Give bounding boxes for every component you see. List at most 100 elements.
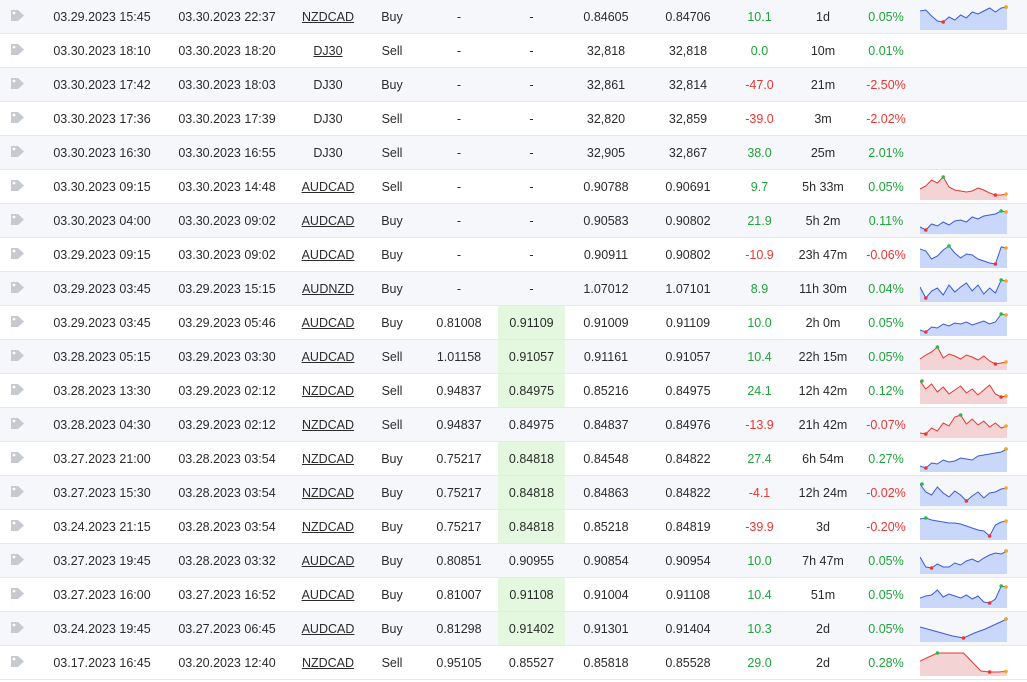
symbol-link[interactable]: AUDCAD — [302, 622, 355, 636]
open-price: 0.90583 — [565, 203, 647, 238]
trade-row: 03.29.2023 15:45 03.30.2023 22:37 NZDCAD… — [0, 0, 1027, 34]
tag-cell[interactable] — [0, 237, 42, 272]
symbol-link[interactable]: NZDCAD — [302, 384, 354, 398]
open-date: 03.30.2023 16:30 — [42, 135, 162, 170]
symbol: DJ30 — [292, 67, 364, 102]
tag-cell[interactable] — [0, 169, 42, 204]
stop-loss: - — [420, 33, 498, 68]
tag-cell[interactable] — [0, 373, 42, 408]
tag-cell[interactable] — [0, 67, 42, 102]
close-date: 03.20.2023 12:40 — [162, 645, 292, 680]
tag-cell[interactable] — [0, 441, 42, 476]
symbol-link[interactable]: AUDCAD — [302, 588, 355, 602]
take-profit: - — [498, 0, 565, 34]
tag-icon[interactable] — [10, 77, 25, 90]
symbol-link[interactable]: AUDCAD — [302, 248, 355, 262]
stop-loss: 0.81008 — [420, 305, 498, 340]
sparkline-chart — [920, 481, 1008, 506]
action: Sell — [364, 33, 420, 68]
stop-loss: - — [420, 67, 498, 102]
sparkline-max-marker — [999, 208, 1003, 213]
sparkline-cell — [916, 441, 1027, 476]
tag-cell[interactable] — [0, 475, 42, 510]
symbol-link[interactable]: AUDNZD — [302, 282, 354, 296]
tag-cell[interactable] — [0, 305, 42, 340]
tag-cell[interactable] — [0, 33, 42, 68]
tag-icon[interactable] — [10, 213, 25, 226]
tag-cell[interactable] — [0, 135, 42, 170]
tag-icon[interactable] — [10, 621, 25, 634]
symbol-link[interactable]: DJ30 — [313, 44, 342, 58]
tag-icon[interactable] — [10, 383, 25, 396]
symbol: DJ30 — [292, 135, 364, 170]
tag-cell[interactable] — [0, 611, 42, 646]
sparkline-max-marker — [999, 583, 1003, 588]
tag-icon[interactable] — [10, 281, 25, 294]
trade-row: 03.28.2023 05:15 03.29.2023 03:30 AUDCAD… — [0, 339, 1027, 374]
symbol-link[interactable]: NZDCAD — [302, 656, 354, 670]
duration: 21m — [790, 67, 856, 102]
tag-icon[interactable] — [10, 315, 25, 328]
symbol-link[interactable]: AUDCAD — [302, 214, 355, 228]
tag-cell[interactable] — [0, 339, 42, 374]
tag-cell[interactable] — [0, 577, 42, 612]
close-price: 0.84822 — [647, 475, 729, 510]
open-date: 03.28.2023 04:30 — [42, 407, 162, 442]
tag-icon[interactable] — [10, 111, 25, 124]
close-date: 03.28.2023 03:32 — [162, 543, 292, 578]
symbol-link[interactable]: AUDCAD — [302, 350, 355, 364]
symbol-link[interactable]: NZDCAD — [302, 418, 354, 432]
sparkline-chart — [920, 344, 1008, 370]
sparkline-last-marker — [1004, 4, 1008, 9]
take-profit: - — [498, 237, 565, 272]
symbol-link[interactable]: NZDCAD — [302, 486, 354, 500]
stop-loss: 0.94837 — [420, 373, 498, 408]
tag-cell[interactable] — [0, 271, 42, 306]
trade-row: 03.30.2023 18:10 03.30.2023 18:20 DJ30 S… — [0, 33, 1027, 68]
close-price: 0.90802 — [647, 203, 729, 238]
take-profit: - — [498, 33, 565, 68]
action: Buy — [364, 441, 420, 476]
stop-loss: 0.95105 — [420, 645, 498, 680]
tag-icon[interactable] — [10, 451, 25, 464]
sparkline-cell — [916, 373, 1027, 408]
tag-icon[interactable] — [10, 655, 25, 668]
stop-loss: 0.81007 — [420, 577, 498, 612]
tag-icon[interactable] — [10, 9, 25, 22]
tag-icon[interactable] — [10, 179, 25, 192]
action: Sell — [364, 135, 420, 170]
open-price: 0.84837 — [565, 407, 647, 442]
pips: 24.1 — [729, 373, 790, 408]
gain: -0.07% — [856, 407, 916, 442]
tag-icon[interactable] — [10, 247, 25, 260]
tag-icon[interactable] — [10, 349, 25, 362]
close-date: 03.30.2023 17:39 — [162, 101, 292, 136]
symbol-link[interactable]: AUDCAD — [302, 180, 355, 194]
tag-icon[interactable] — [10, 519, 25, 532]
tag-icon[interactable] — [10, 587, 25, 600]
symbol-link[interactable]: NZDCAD — [302, 452, 354, 466]
close-price: 0.91109 — [647, 305, 729, 340]
tag-cell[interactable] — [0, 203, 42, 238]
close-date: 03.30.2023 09:02 — [162, 237, 292, 272]
tag-cell[interactable] — [0, 543, 42, 578]
trade-row: 03.28.2023 13:30 03.29.2023 02:12 NZDCAD… — [0, 373, 1027, 408]
tag-icon[interactable] — [10, 553, 25, 566]
sparkline-chart — [920, 311, 1008, 336]
action: Sell — [364, 407, 420, 442]
tag-cell[interactable] — [0, 0, 42, 34]
symbol-link[interactable]: AUDCAD — [302, 554, 355, 568]
tag-cell[interactable] — [0, 645, 42, 680]
tag-cell[interactable] — [0, 509, 42, 544]
tag-icon[interactable] — [10, 145, 25, 158]
symbol-link[interactable]: AUDCAD — [302, 316, 355, 330]
symbol-link[interactable]: NZDCAD — [302, 520, 354, 534]
tag-icon[interactable] — [10, 43, 25, 56]
tag-cell[interactable] — [0, 407, 42, 442]
tag-cell[interactable] — [0, 101, 42, 136]
symbol-link[interactable]: NZDCAD — [302, 10, 354, 24]
close-date: 03.30.2023 09:02 — [162, 203, 292, 238]
tag-icon[interactable] — [10, 417, 25, 430]
tag-icon[interactable] — [10, 485, 25, 498]
gain: -0.02% — [856, 475, 916, 510]
